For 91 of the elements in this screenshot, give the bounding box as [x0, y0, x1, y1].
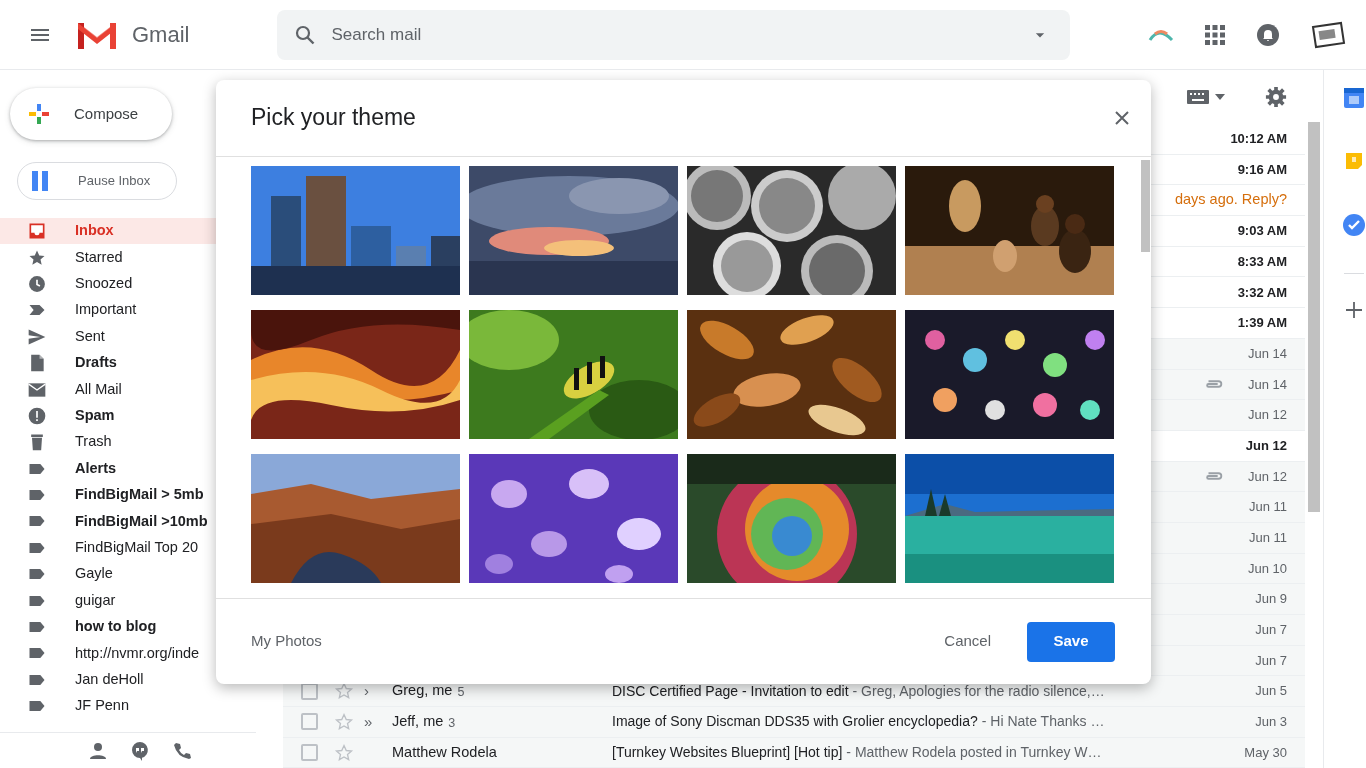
- sidebar-item[interactable]: guigar: [0, 587, 216, 614]
- sidebar-item[interactable]: Drafts: [0, 349, 216, 377]
- settings-icon[interactable]: [1265, 86, 1287, 108]
- email-snippet: - Matthew Rodela posted in Turnkey W…: [846, 743, 1102, 763]
- checkbox[interactable]: [301, 713, 318, 731]
- sidebar-item[interactable]: FindBigMail > 5mb: [0, 481, 216, 509]
- sender-name: Jeff, me: [392, 712, 444, 732]
- thread-count: 5: [457, 684, 465, 702]
- sidebar-item[interactable]: Spam: [0, 402, 216, 430]
- sender-name: Greg, me: [392, 681, 453, 701]
- email-date: Jun 11: [1247, 529, 1288, 548]
- clock-icon: [27, 273, 47, 294]
- email-date: Jun 14: [1246, 375, 1288, 394]
- sidebar-item[interactable]: Sent: [0, 323, 216, 350]
- importance-marker[interactable]: »: [364, 712, 373, 730]
- search-bar[interactable]: Search mail: [277, 9, 1071, 60]
- dialog-title: Pick your theme: [251, 104, 416, 132]
- sidebar-item[interactable]: JF Penn: [0, 693, 216, 720]
- check-circle-icon[interactable]: [1343, 214, 1365, 236]
- apps-grid-icon[interactable]: [1204, 23, 1226, 46]
- email-date: Jun 9: [1254, 590, 1288, 609]
- sidebar-item[interactable]: how to blog: [0, 613, 216, 641]
- bell-icon[interactable]: [1256, 22, 1280, 47]
- email-date: 1:39 AM: [1236, 314, 1288, 333]
- email-date: Jun 5: [1254, 682, 1288, 701]
- reply-nudge: days ago. Reply?: [1174, 190, 1288, 210]
- email-date: Jun 12: [1244, 436, 1288, 455]
- email-date: Jun 7: [1254, 621, 1288, 640]
- sidebar-item[interactable]: Alerts: [0, 455, 216, 482]
- sidebar-item[interactable]: Starred: [0, 244, 216, 271]
- keyboard-icon: [1187, 90, 1209, 104]
- scrollbar[interactable]: [1141, 160, 1150, 252]
- email-row[interactable]: Matthew Rodela [Turnkey Websites Blueprint] [Hot tip] - Matthew Rodela posted in Turnkey W… May 30: [283, 737, 1305, 768]
- calendar-icon[interactable]: [1344, 88, 1364, 108]
- email-subject: DISC Certified Page - Invitation to edit: [612, 681, 849, 701]
- arc-icon[interactable]: [1148, 27, 1174, 42]
- sidebar-item[interactable]: Jan deHoll: [0, 666, 216, 694]
- caret-icon: [1215, 94, 1225, 100]
- email-date: Jun 3: [1254, 713, 1288, 732]
- sidebar-item[interactable]: Inbox: [0, 218, 216, 245]
- email-date: Jun 10: [1246, 559, 1288, 578]
- star-icon[interactable]: [334, 711, 354, 732]
- email-date: Jun 12: [1246, 406, 1288, 425]
- plus-icon: [26, 101, 52, 127]
- email-subject: [Turnkey Websites Blueprint] [Hot tip]: [612, 743, 843, 763]
- email-date: Jun 7: [1254, 651, 1288, 670]
- email-date: 3:32 AM: [1236, 283, 1288, 302]
- sidebar-item[interactable]: FindBigMail >10mb: [0, 508, 216, 535]
- sidebar-item[interactable]: http://nvmr.org/inde: [0, 640, 216, 667]
- sidebar-item[interactable]: Gayle: [0, 561, 216, 588]
- pause-button[interactable]: Pause Inbox: [17, 162, 177, 200]
- my-photos-link[interactable]: My Photos: [251, 630, 322, 653]
- save-button[interactable]: Save: [1027, 621, 1115, 662]
- email-date: 10:12 AM: [1229, 130, 1288, 149]
- sidebar-item[interactable]: Important: [0, 297, 216, 324]
- sidebar-item[interactable]: All Mail: [0, 376, 216, 403]
- avatar-icon[interactable]: [1310, 20, 1346, 49]
- sidebar-item[interactable]: Snoozed: [0, 270, 216, 298]
- alert-icon: [27, 405, 47, 426]
- thread-count: 3: [448, 715, 456, 733]
- pause-icon: [30, 170, 50, 192]
- sender-name: Matthew Rodela: [392, 742, 497, 762]
- email-date: 9:03 AM: [1236, 222, 1288, 241]
- phone-icon[interactable]: [172, 740, 192, 761]
- add-icon[interactable]: [1345, 301, 1363, 319]
- email-date: Jun 14: [1246, 344, 1288, 363]
- email-date: 8:33 AM: [1236, 252, 1288, 271]
- email-row[interactable]: » Jeff, me 3 Image of Sony Discman DDS35 with Grolier encyclopedia? - Hi Nate Thanks … Jun 3: [283, 707, 1305, 738]
- star-icon[interactable]: [334, 742, 354, 763]
- chat-bubble-icon[interactable]: [130, 740, 150, 761]
- keyboard-button[interactable]: [1187, 90, 1225, 104]
- sidebar-item[interactable]: Trash: [0, 429, 216, 456]
- email-snippet: - Hi Nate Thanks …: [981, 712, 1105, 732]
- email-date: May 30: [1243, 743, 1288, 762]
- person-icon[interactable]: [88, 740, 108, 761]
- importance-marker[interactable]: ›: [364, 681, 369, 699]
- scrollbar[interactable]: [1308, 122, 1320, 512]
- email-date: 9:16 AM: [1236, 160, 1288, 179]
- search-field[interactable]: Search mail: [329, 20, 1031, 49]
- inbox-icon: [27, 221, 47, 242]
- sidebar-item[interactable]: FindBigMail Top 20: [0, 534, 216, 562]
- star-icon[interactable]: [334, 681, 354, 702]
- checkbox[interactable]: [301, 744, 318, 762]
- email-subject: Image of Sony Discman DDS35 with Grolier encyclopedia?: [612, 712, 978, 732]
- email-snippet: - Greg, Apologies for the radio silence,…: [852, 681, 1105, 701]
- compose-button[interactable]: Compose: [10, 88, 172, 140]
- app-name: Gmail: [132, 21, 190, 49]
- email-date: Jun 12: [1246, 467, 1288, 486]
- email-date: Jun 11: [1247, 498, 1288, 517]
- close-icon[interactable]: [1115, 111, 1129, 125]
- cancel-button[interactable]: Cancel: [928, 622, 1007, 661]
